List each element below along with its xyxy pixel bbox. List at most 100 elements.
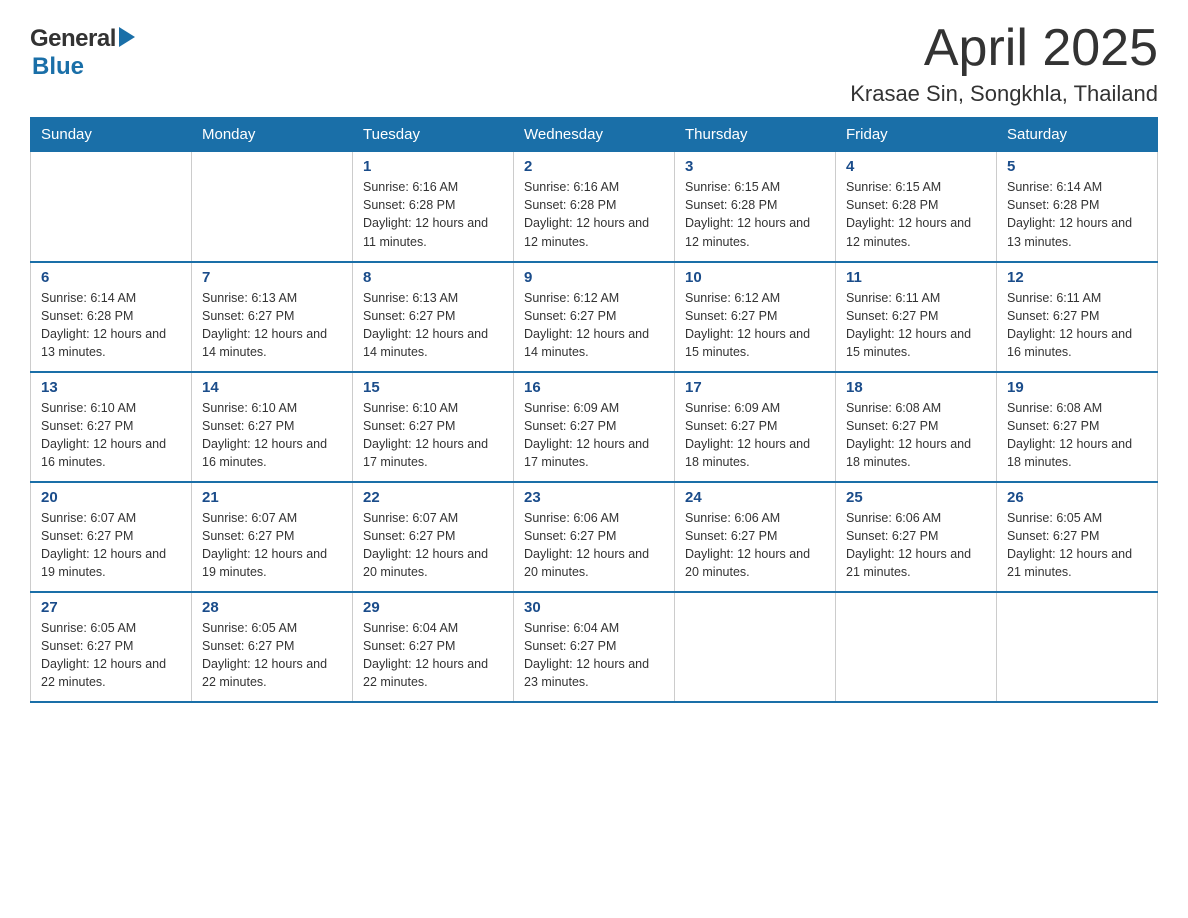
day-number: 27 — [41, 599, 181, 616]
calendar-cell: 10 Sunrise: 6:12 AMSunset: 6:27 PMDayligh… — [675, 262, 836, 372]
calendar-cell — [675, 592, 836, 702]
day-info: Sunrise: 6:13 AMSunset: 6:27 PMDaylight:… — [202, 289, 342, 362]
day-number: 25 — [846, 489, 986, 506]
day-number: 21 — [202, 489, 342, 506]
day-info: Sunrise: 6:12 AMSunset: 6:27 PMDaylight:… — [524, 289, 664, 362]
day-info: Sunrise: 6:09 AMSunset: 6:27 PMDaylight:… — [524, 399, 664, 472]
day-info: Sunrise: 6:14 AMSunset: 6:28 PMDaylight:… — [41, 289, 181, 362]
day-info: Sunrise: 6:13 AMSunset: 6:27 PMDaylight:… — [363, 289, 503, 362]
calendar-cell: 11Sunrise: 6:11 AMSunset: 6:27 PMDayligh… — [836, 262, 997, 372]
calendar-cell: 25 Sunrise: 6:06 AMSunset: 6:27 PMDayligh… — [836, 482, 997, 592]
day-number: 2 — [524, 158, 664, 175]
day-number: 4 — [846, 158, 986, 175]
calendar-cell: 13 Sunrise: 6:10 AMSunset: 6:27 PMDayligh… — [31, 372, 192, 482]
calendar-cell — [31, 152, 192, 262]
page-header: General Blue April 2025 Krasae Sin, Song… — [30, 20, 1158, 107]
calendar-cell: 8 Sunrise: 6:13 AMSunset: 6:27 PMDaylight… — [353, 262, 514, 372]
day-number: 6 — [41, 269, 181, 286]
day-info: Sunrise: 6:15 AMSunset: 6:28 PMDaylight:… — [846, 178, 986, 251]
day-number: 15 — [363, 379, 503, 396]
weekday-header-monday: Monday — [192, 118, 353, 152]
calendar-cell: 29 Sunrise: 6:04 AMSunset: 6:27 PMDayligh… — [353, 592, 514, 702]
day-number: 24 — [685, 489, 825, 506]
weekday-header-saturday: Saturday — [997, 118, 1158, 152]
day-number: 11 — [846, 269, 986, 286]
calendar-cell: 21 Sunrise: 6:07 AMSunset: 6:27 PMDayligh… — [192, 482, 353, 592]
calendar-cell: 12Sunrise: 6:11 AMSunset: 6:27 PMDayligh… — [997, 262, 1158, 372]
logo-arrow-icon — [119, 27, 135, 47]
day-info: Sunrise: 6:07 AMSunset: 6:27 PMDaylight:… — [363, 509, 503, 582]
calendar-week-row: 27 Sunrise: 6:05 AMSunset: 6:27 PMDayligh… — [31, 592, 1158, 702]
calendar-cell: 7 Sunrise: 6:13 AMSunset: 6:27 PMDaylight… — [192, 262, 353, 372]
day-info: Sunrise: 6:12 AMSunset: 6:27 PMDaylight:… — [685, 289, 825, 362]
day-number: 18 — [846, 379, 986, 396]
weekday-header-wednesday: Wednesday — [514, 118, 675, 152]
day-info: Sunrise: 6:14 AMSunset: 6:28 PMDaylight:… — [1007, 178, 1147, 251]
calendar-cell — [997, 592, 1158, 702]
day-number: 7 — [202, 269, 342, 286]
day-number: 22 — [363, 489, 503, 506]
day-number: 8 — [363, 269, 503, 286]
weekday-header-thursday: Thursday — [675, 118, 836, 152]
calendar-cell: 27 Sunrise: 6:05 AMSunset: 6:27 PMDayligh… — [31, 592, 192, 702]
day-info: Sunrise: 6:07 AMSunset: 6:27 PMDaylight:… — [202, 509, 342, 582]
calendar-cell: 22 Sunrise: 6:07 AMSunset: 6:27 PMDayligh… — [353, 482, 514, 592]
calendar-cell: 18 Sunrise: 6:08 AMSunset: 6:27 PMDayligh… — [836, 372, 997, 482]
calendar-cell: 30Sunrise: 6:04 AMSunset: 6:27 PMDayligh… — [514, 592, 675, 702]
calendar-cell: 24 Sunrise: 6:06 AMSunset: 6:27 PMDayligh… — [675, 482, 836, 592]
day-info: Sunrise: 6:10 AMSunset: 6:27 PMDaylight:… — [202, 399, 342, 472]
page-subtitle: Krasae Sin, Songkhla, Thailand — [850, 81, 1158, 107]
day-number: 17 — [685, 379, 825, 396]
calendar-week-row: 20 Sunrise: 6:07 AMSunset: 6:27 PMDayligh… — [31, 482, 1158, 592]
day-info: Sunrise: 6:11 AMSunset: 6:27 PMDaylight:… — [1007, 289, 1147, 362]
day-number: 28 — [202, 599, 342, 616]
calendar-cell: 23 Sunrise: 6:06 AMSunset: 6:27 PMDayligh… — [514, 482, 675, 592]
calendar-cell: 4 Sunrise: 6:15 AMSunset: 6:28 PMDaylight… — [836, 152, 997, 262]
day-number: 20 — [41, 489, 181, 506]
calendar-cell: 20Sunrise: 6:07 AMSunset: 6:27 PMDayligh… — [31, 482, 192, 592]
day-number: 16 — [524, 379, 664, 396]
calendar-cell: 19 Sunrise: 6:08 AMSunset: 6:27 PMDayligh… — [997, 372, 1158, 482]
day-info: Sunrise: 6:16 AMSunset: 6:28 PMDaylight:… — [524, 178, 664, 251]
day-number: 9 — [524, 269, 664, 286]
day-info: Sunrise: 6:06 AMSunset: 6:27 PMDaylight:… — [524, 509, 664, 582]
calendar-cell — [192, 152, 353, 262]
calendar-body: 1Sunrise: 6:16 AMSunset: 6:28 PMDaylight… — [31, 152, 1158, 702]
logo: General Blue — [30, 20, 135, 81]
day-info: Sunrise: 6:05 AMSunset: 6:27 PMDaylight:… — [41, 619, 181, 692]
calendar-cell: 5Sunrise: 6:14 AMSunset: 6:28 PMDaylight… — [997, 152, 1158, 262]
calendar-week-row: 13 Sunrise: 6:10 AMSunset: 6:27 PMDayligh… — [31, 372, 1158, 482]
day-info: Sunrise: 6:08 AMSunset: 6:27 PMDaylight:… — [846, 399, 986, 472]
day-info: Sunrise: 6:05 AMSunset: 6:27 PMDaylight:… — [1007, 509, 1147, 582]
weekday-header-row: SundayMondayTuesdayWednesdayThursdayFrid… — [31, 118, 1158, 152]
day-number: 3 — [685, 158, 825, 175]
day-info: Sunrise: 6:09 AMSunset: 6:27 PMDaylight:… — [685, 399, 825, 472]
calendar-cell: 16 Sunrise: 6:09 AMSunset: 6:27 PMDayligh… — [514, 372, 675, 482]
day-number: 23 — [524, 489, 664, 506]
logo-blue-text: Blue — [32, 53, 84, 80]
day-info: Sunrise: 6:04 AMSunset: 6:27 PMDaylight:… — [524, 619, 664, 692]
calendar-cell: 2 Sunrise: 6:16 AMSunset: 6:28 PMDaylight… — [514, 152, 675, 262]
day-number: 26 — [1007, 489, 1147, 506]
day-info: Sunrise: 6:10 AMSunset: 6:27 PMDaylight:… — [41, 399, 181, 472]
day-info: Sunrise: 6:08 AMSunset: 6:27 PMDaylight:… — [1007, 399, 1147, 472]
day-info: Sunrise: 6:06 AMSunset: 6:27 PMDaylight:… — [846, 509, 986, 582]
day-number: 29 — [363, 599, 503, 616]
calendar-cell: 1Sunrise: 6:16 AMSunset: 6:28 PMDaylight… — [353, 152, 514, 262]
logo-general-text: General — [30, 25, 116, 53]
calendar-week-row: 1Sunrise: 6:16 AMSunset: 6:28 PMDaylight… — [31, 152, 1158, 262]
page-title: April 2025 — [850, 20, 1158, 77]
day-number: 14 — [202, 379, 342, 396]
calendar-cell: 6 Sunrise: 6:14 AMSunset: 6:28 PMDaylight… — [31, 262, 192, 372]
title-block: April 2025 Krasae Sin, Songkhla, Thailan… — [850, 20, 1158, 107]
calendar-cell: 9 Sunrise: 6:12 AMSunset: 6:27 PMDaylight… — [514, 262, 675, 372]
day-info: Sunrise: 6:04 AMSunset: 6:27 PMDaylight:… — [363, 619, 503, 692]
calendar-cell — [836, 592, 997, 702]
day-info: Sunrise: 6:06 AMSunset: 6:27 PMDaylight:… — [685, 509, 825, 582]
day-number: 13 — [41, 379, 181, 396]
day-number: 19 — [1007, 379, 1147, 396]
calendar-cell: 15 Sunrise: 6:10 AMSunset: 6:27 PMDayligh… — [353, 372, 514, 482]
day-info: Sunrise: 6:10 AMSunset: 6:27 PMDaylight:… — [363, 399, 503, 472]
day-number: 10 — [685, 269, 825, 286]
calendar-cell: 17 Sunrise: 6:09 AMSunset: 6:27 PMDayligh… — [675, 372, 836, 482]
